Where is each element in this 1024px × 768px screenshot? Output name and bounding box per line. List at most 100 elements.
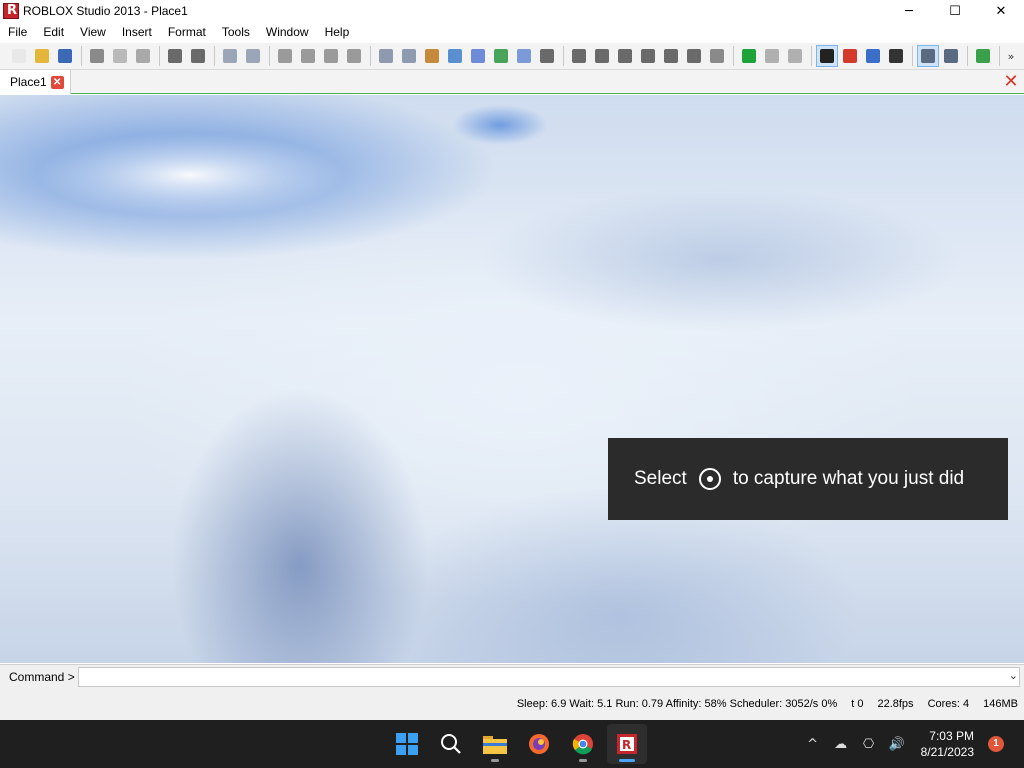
snap-off-button[interactable]: [940, 45, 962, 67]
redo-button[interactable]: [187, 45, 209, 67]
onedrive-icon[interactable]: ☁: [829, 737, 853, 752]
lock-button[interactable]: [274, 45, 296, 67]
menu-tools[interactable]: Tools: [214, 22, 258, 43]
menu-insert[interactable]: Insert: [114, 22, 160, 43]
tilt-right-button[interactable]: [637, 45, 659, 67]
windows-logo-icon: [396, 733, 418, 755]
rotate-right-icon: [595, 49, 609, 63]
move-icon: [843, 49, 857, 63]
properties-icon: [402, 49, 416, 63]
output-icon: [448, 49, 462, 63]
toolbar-overflow-icon[interactable]: »: [1004, 50, 1018, 63]
start-button[interactable]: [387, 724, 427, 764]
move-button[interactable]: [839, 45, 861, 67]
group-button[interactable]: [219, 45, 241, 67]
network-icon[interactable]: ⎔: [857, 737, 881, 752]
clock[interactable]: 7:03 PM 8/21/2023: [921, 728, 974, 760]
maximize-button[interactable]: ☐: [932, 0, 978, 22]
file-explorer-button[interactable]: [475, 724, 515, 764]
tab-close-icon[interactable]: ✕: [50, 75, 64, 89]
drop-button[interactable]: [320, 45, 342, 67]
window-title: ROBLOX Studio 2013 - Place1: [23, 4, 188, 18]
zoom-extents-button[interactable]: [706, 45, 728, 67]
select-button[interactable]: [816, 45, 838, 67]
move-up-button[interactable]: [660, 45, 682, 67]
snap-off-icon: [944, 49, 958, 63]
play-button[interactable]: [738, 45, 760, 67]
rotate-right-button[interactable]: [591, 45, 613, 67]
chrome-button[interactable]: [563, 724, 603, 764]
volume-icon[interactable]: 🔊: [885, 737, 909, 752]
main-toolbar: »: [0, 43, 1024, 70]
status-bar: Sleep: 6.9 Wait: 5.1 Run: 0.79 Affinity:…: [0, 688, 1024, 720]
3d-viewport[interactable]: Select to capture what you just did: [0, 95, 1024, 663]
new-button[interactable]: [8, 45, 30, 67]
cut-button[interactable]: [86, 45, 108, 67]
menu-window[interactable]: Window: [258, 22, 317, 43]
menu-view[interactable]: View: [72, 22, 114, 43]
search-button[interactable]: [431, 724, 471, 764]
insert-object-button[interactable]: [972, 45, 994, 67]
undo-button[interactable]: [164, 45, 186, 67]
toolbar-separator: [563, 46, 564, 66]
tilt-left-button[interactable]: [614, 45, 636, 67]
rotate-left-button[interactable]: [568, 45, 590, 67]
capture-icon: [698, 468, 721, 490]
command-bar-button[interactable]: [467, 45, 489, 67]
command-input[interactable]: [78, 666, 1020, 687]
weld-button[interactable]: [343, 45, 365, 67]
script-button[interactable]: [536, 45, 558, 67]
tab-place1[interactable]: Place1 ✕: [0, 70, 71, 94]
grid-button[interactable]: [513, 45, 535, 67]
chevron-down-icon[interactable]: ⌄: [1009, 669, 1018, 682]
command-bar: Command > ⌄: [0, 664, 1024, 688]
snap-stud-button[interactable]: [917, 45, 939, 67]
grid-icon: [517, 49, 531, 63]
menu-file[interactable]: File: [0, 22, 35, 43]
toolbar-separator: [214, 46, 215, 66]
group-icon: [223, 49, 237, 63]
toolbar-separator: [81, 46, 82, 66]
resize-icon: [866, 49, 880, 63]
save-button[interactable]: [54, 45, 76, 67]
firefox-icon: [529, 734, 549, 754]
explorer-button[interactable]: [375, 45, 397, 67]
lock-icon: [278, 49, 292, 63]
ungroup-button[interactable]: [242, 45, 264, 67]
rotate-button[interactable]: [885, 45, 907, 67]
play-icon: [742, 49, 756, 63]
toolbar-separator: [912, 46, 913, 66]
document-tab-strip: Place1 ✕ ✕: [0, 70, 1024, 94]
close-document-icon[interactable]: ✕: [1002, 73, 1020, 91]
status-fps: 22.8fps: [877, 698, 914, 710]
notification-badge[interactable]: 1: [988, 736, 1004, 752]
chevron-up-icon[interactable]: ^: [801, 737, 825, 752]
close-button[interactable]: ✕: [978, 0, 1024, 22]
move-down-icon: [687, 49, 701, 63]
properties-button[interactable]: [398, 45, 420, 67]
menu-format[interactable]: Format: [160, 22, 214, 43]
reset-button[interactable]: [784, 45, 806, 67]
resize-button[interactable]: [862, 45, 884, 67]
copy-button[interactable]: [109, 45, 131, 67]
roblox-studio-button[interactable]: R: [607, 724, 647, 764]
open-folder-button[interactable]: [31, 45, 53, 67]
minimize-button[interactable]: ─: [886, 0, 932, 22]
toolbox-button[interactable]: [421, 45, 443, 67]
paste-button[interactable]: [132, 45, 154, 67]
status-time: t 0: [851, 698, 864, 710]
anchor-button[interactable]: [297, 45, 319, 67]
pause-button[interactable]: [761, 45, 783, 67]
script-icon: [540, 49, 554, 63]
taskbar-apps: R: [387, 724, 651, 764]
toolbar-separator: [733, 46, 734, 66]
hierarchy-button[interactable]: [490, 45, 512, 67]
output-button[interactable]: [444, 45, 466, 67]
firefox-button[interactable]: [519, 724, 559, 764]
move-down-button[interactable]: [683, 45, 705, 67]
menu-help[interactable]: Help: [317, 22, 358, 43]
menu-edit[interactable]: Edit: [35, 22, 72, 43]
zoom-extents-icon: [710, 49, 724, 63]
drop-icon: [324, 49, 338, 63]
menu-bar: File Edit View Insert Format Tools Windo…: [0, 22, 1024, 43]
